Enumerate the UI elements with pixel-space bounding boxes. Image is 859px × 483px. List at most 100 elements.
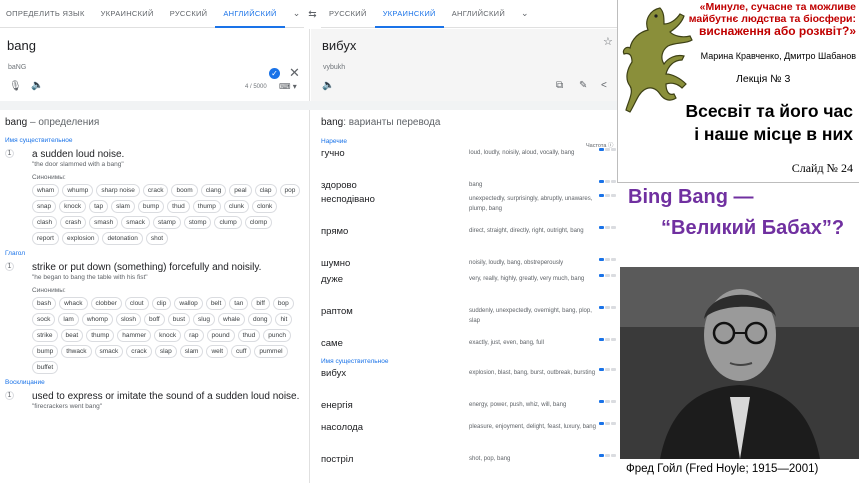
edit-icon[interactable]: ✎ (579, 80, 587, 91)
synonym-chip[interactable]: strike (32, 329, 58, 342)
synonym-chip[interactable]: hammer (117, 329, 152, 342)
synonym-chip[interactable]: smack (94, 345, 124, 358)
target-lang-tab-ukrainian[interactable]: УКРАИНСКИЙ (374, 0, 444, 28)
synonym-chip[interactable]: clunk (223, 200, 250, 213)
synonym-chip[interactable]: bump (137, 200, 165, 213)
translation-word[interactable]: прямо (321, 226, 348, 237)
synonym-chip[interactable]: clump (214, 216, 242, 229)
synonym-chip[interactable]: smash (89, 216, 119, 229)
lang-tab-ukrainian[interactable]: УКРАИНСКИЙ (93, 0, 162, 28)
chevron-down-icon[interactable]: ⌄ (513, 8, 537, 19)
synonym-chip[interactable]: pound (206, 329, 235, 342)
synonym-chip[interactable]: sharp noise (96, 184, 140, 197)
synonym-chip[interactable]: clonk (252, 200, 278, 213)
synonym-chip[interactable]: pop (279, 184, 301, 197)
synonym-chip[interactable]: dong (247, 313, 273, 326)
synonym-chip[interactable]: whack (59, 297, 88, 310)
lang-tab-russian[interactable]: РУССКИЙ (162, 0, 216, 28)
mic-icon[interactable]: 🎙 (9, 81, 22, 92)
synonym-chip[interactable]: clout (124, 297, 149, 310)
translation-word[interactable]: несподівано (321, 194, 375, 205)
translation-word[interactable]: шумно (321, 258, 350, 269)
synonym-chip[interactable]: bash (32, 297, 57, 310)
synonym-chip[interactable]: shot (145, 232, 169, 245)
lang-tab-detect[interactable]: ОПРЕДЕЛИТЬ ЯЗЫК (0, 0, 93, 28)
synonym-chip[interactable]: sock (32, 313, 56, 326)
synonym-chip[interactable]: cuff (231, 345, 252, 358)
synonym-chip[interactable]: clap (254, 184, 277, 197)
translation-row[interactable]: шумно noisily, loudly, bang, obstreperous… (321, 258, 617, 274)
synonym-chip[interactable]: thud (237, 329, 261, 342)
synonym-chip[interactable]: clobber (90, 297, 122, 310)
translation-word[interactable]: вибух (321, 368, 346, 379)
synonym-chip[interactable]: crash (60, 216, 87, 229)
synonym-chip[interactable]: rap (184, 329, 204, 342)
synonym-chip[interactable]: buffet (32, 361, 59, 374)
synonym-chip[interactable]: hit (275, 313, 293, 326)
synonym-chip[interactable]: clash (32, 216, 58, 229)
synonym-chip[interactable]: slam (111, 200, 135, 213)
source-text-area[interactable]: bang ✓ ✕ baNG 🎙 🔈 4 / 5000 ⌨ ▾ (0, 29, 310, 101)
synonym-chip[interactable]: lam (58, 313, 79, 326)
synonym-chip[interactable]: belt (205, 297, 227, 310)
lang-tab-english[interactable]: АНГЛИЙСКИЙ (215, 0, 285, 28)
translation-word[interactable]: дуже (321, 274, 343, 285)
share-icon[interactable]: < (601, 80, 607, 91)
synonym-chip[interactable]: pummel (254, 345, 288, 358)
synonym-chip[interactable]: clomp (244, 216, 273, 229)
target-lang-tab-english[interactable]: АНГЛИЙСКИЙ (444, 0, 513, 28)
translation-word[interactable]: постріл (321, 454, 353, 465)
synonym-chip[interactable]: clang (200, 184, 227, 197)
translation-row[interactable]: гучно loud, loudly, noisily, aloud, vocal… (321, 148, 617, 180)
synonym-chip[interactable]: wham (32, 184, 60, 197)
synonym-chip[interactable]: bust (167, 313, 191, 326)
target-lang-tab-russian[interactable]: РУССКИЙ (321, 0, 375, 28)
synonym-chip[interactable]: wallop (174, 297, 203, 310)
translation-row[interactable]: постріл shot, pop, bang (321, 454, 617, 476)
synonym-chip[interactable]: tap (89, 200, 109, 213)
synonym-chip[interactable]: welt (206, 345, 229, 358)
synonym-chip[interactable]: smack (121, 216, 151, 229)
translation-word[interactable]: гучно (321, 148, 345, 159)
speaker-icon[interactable]: 🔈 (31, 80, 43, 91)
translation-word[interactable]: насолода (321, 422, 363, 433)
synonym-chip[interactable]: whump (62, 184, 94, 197)
synonym-chip[interactable]: explosion (61, 232, 100, 245)
translation-row[interactable]: прямо direct, straight, directly, right, … (321, 226, 617, 258)
synonym-chip[interactable]: punch (263, 329, 291, 342)
translation-row[interactable]: дуже very, really, highly, greatly, very … (321, 274, 617, 306)
synonym-chip[interactable]: stamp (153, 216, 181, 229)
synonym-chip[interactable]: knock (154, 329, 182, 342)
synonym-chip[interactable]: snap (32, 200, 57, 213)
synonym-chip[interactable]: beat (60, 329, 84, 342)
synonym-chip[interactable]: boff (144, 313, 165, 326)
translation-word[interactable]: саме (321, 338, 343, 349)
synonym-chip[interactable]: boom (171, 184, 198, 197)
synonym-chip[interactable]: thud (167, 200, 190, 213)
synonym-chip[interactable]: whale (217, 313, 245, 326)
keyboard-icon[interactable]: ⌨ ▾ (279, 82, 297, 91)
translation-row[interactable]: здорово bang (321, 180, 617, 194)
synonym-chip[interactable]: bump (32, 345, 59, 358)
synonym-chip[interactable]: slosh (115, 313, 142, 326)
synonym-chip[interactable]: whomp (81, 313, 113, 326)
translation-row[interactable]: саме exactly, just, even, bang, full (321, 338, 617, 358)
synonym-chip[interactable]: thump (192, 200, 221, 213)
synonym-chip[interactable]: slap (154, 345, 177, 358)
synonym-chip[interactable]: thump (86, 329, 115, 342)
translation-word[interactable]: енергія (321, 400, 353, 411)
star-icon[interactable]: ☆ (603, 35, 613, 48)
synonym-chip[interactable]: tan (229, 297, 249, 310)
speaker-icon[interactable]: 🔈 (322, 80, 334, 91)
synonym-chip[interactable]: report (32, 232, 59, 245)
synonym-chip[interactable]: detonation (102, 232, 143, 245)
source-text[interactable]: bang (7, 38, 36, 53)
translation-word[interactable]: раптом (321, 306, 353, 317)
translation-row[interactable]: вибух explosion, blast, bang, burst, outb… (321, 368, 617, 400)
translation-row[interactable]: насолода pleasure, enjoyment, delight, fe… (321, 422, 617, 454)
synonym-chip[interactable]: peal (229, 184, 252, 197)
close-icon[interactable]: ✕ (289, 65, 300, 81)
synonym-chip[interactable]: clip (151, 297, 172, 310)
translation-row[interactable]: несподівано unexpectedly, surprisingly, a… (321, 194, 617, 226)
translation-word[interactable]: здорово (321, 180, 357, 191)
